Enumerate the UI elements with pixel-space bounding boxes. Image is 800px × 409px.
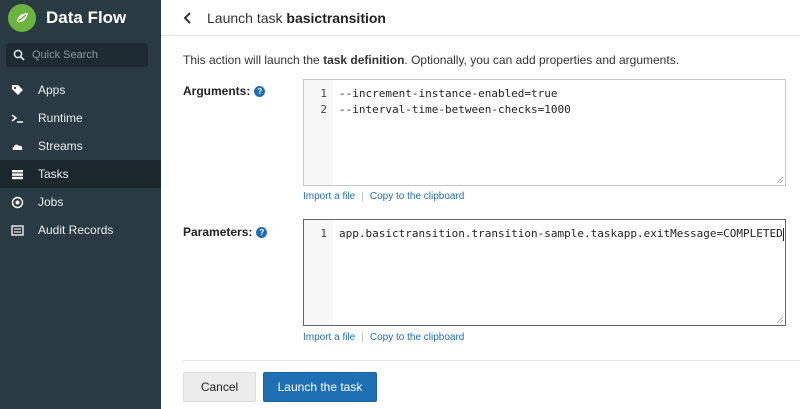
parameters-links: Import a file | Copy to the clipboard [303, 332, 464, 343]
link-separator: | [361, 191, 364, 202]
parameters-import-link[interactable]: Import a file [303, 332, 355, 343]
code-line: --interval-time-between-checks=1000 [339, 103, 571, 116]
search-icon [12, 48, 26, 62]
parameters-editor[interactable]: 1 app.basictransition.transition-sample.… [303, 219, 786, 326]
line-number: 1 [320, 227, 327, 240]
resize-handle-icon[interactable] [776, 316, 784, 324]
parameters-label: Parameters: ? [183, 225, 268, 239]
sidebar-item-label: Runtime [38, 111, 83, 125]
line-number: 2 [320, 103, 327, 116]
resize-handle-icon[interactable] [776, 176, 784, 184]
sidebar-item-label: Audit Records [38, 223, 114, 237]
page-header: Launch task basictransition [161, 0, 800, 36]
code-line: --increment-instance-enabled=true [339, 87, 558, 100]
list-icon [10, 223, 24, 237]
question-icon[interactable]: ? [256, 226, 268, 238]
sidebar-nav: Apps Runtime Streams Tasks Jobs Audit Re… [0, 76, 161, 244]
arguments-links: Import a file | Copy to the clipboard [303, 191, 464, 202]
main-content: Launch task basictransition This action … [161, 0, 800, 409]
code-line-row: app.basictransition.transition-sample.ta… [339, 226, 785, 242]
sidebar: Data Flow Apps Runtime Stre [0, 0, 161, 409]
sidebar-item-label: Streams [38, 139, 83, 153]
code-area[interactable]: --increment-instance-enabled=true --inte… [333, 80, 785, 185]
sidebar-item-label: Apps [38, 83, 66, 97]
spring-logo-icon [8, 4, 36, 32]
question-icon[interactable]: ? [254, 85, 266, 97]
parameters-label-text: Parameters: [183, 225, 253, 239]
arguments-label: Arguments: ? [183, 84, 266, 98]
chevron-left-icon[interactable] [181, 11, 195, 25]
footer-divider [183, 360, 800, 361]
parameters-copy-link[interactable]: Copy to the clipboard [370, 332, 465, 343]
code-line: app.basictransition.transition-sample.ta… [339, 227, 783, 240]
intro-text: This action will launch the task definit… [183, 53, 679, 67]
sidebar-item-runtime[interactable]: Runtime [0, 104, 161, 132]
page-title: Launch task basictransition [207, 10, 386, 26]
code-area[interactable]: app.basictransition.transition-sample.ta… [333, 220, 785, 325]
server-icon [10, 167, 24, 181]
sidebar-item-label: Jobs [38, 195, 64, 209]
record-icon [10, 195, 24, 209]
sidebar-item-streams[interactable]: Streams [0, 132, 161, 160]
sidebar-item-tasks[interactable]: Tasks [0, 160, 161, 188]
intro-bold: task definition [323, 53, 405, 67]
task-name: basictransition [286, 9, 386, 26]
sidebar-item-jobs[interactable]: Jobs [0, 188, 161, 216]
line-gutter: 1 2 [304, 80, 333, 185]
cancel-button[interactable]: Cancel [183, 372, 256, 402]
cloud-icon [10, 139, 24, 153]
search-input[interactable] [32, 49, 142, 61]
link-separator: | [361, 332, 364, 343]
sidebar-item-label: Tasks [38, 167, 69, 181]
arguments-editor[interactable]: 1 2 --increment-instance-enabled=true --… [303, 79, 786, 186]
arguments-copy-link[interactable]: Copy to the clipboard [370, 191, 465, 202]
quick-search[interactable] [6, 43, 148, 67]
intro-after: . Optionally, you can add properties and… [404, 53, 680, 67]
brand-title: Data Flow [46, 8, 127, 27]
page-title-prefix: Launch task [207, 9, 283, 26]
intro-before: This action will launch the [183, 53, 324, 67]
line-gutter: 1 [304, 220, 333, 325]
terminal-icon [10, 111, 24, 125]
tag-icon [10, 83, 24, 97]
text-cursor [782, 227, 784, 241]
brand[interactable]: Data Flow [0, 0, 161, 36]
sidebar-item-apps[interactable]: Apps [0, 76, 161, 104]
line-number: 1 [320, 87, 327, 100]
arguments-import-link[interactable]: Import a file [303, 191, 355, 202]
arguments-label-text: Arguments: [183, 84, 251, 98]
sidebar-item-audit-records[interactable]: Audit Records [0, 216, 161, 244]
launch-task-button[interactable]: Launch the task [263, 372, 377, 402]
